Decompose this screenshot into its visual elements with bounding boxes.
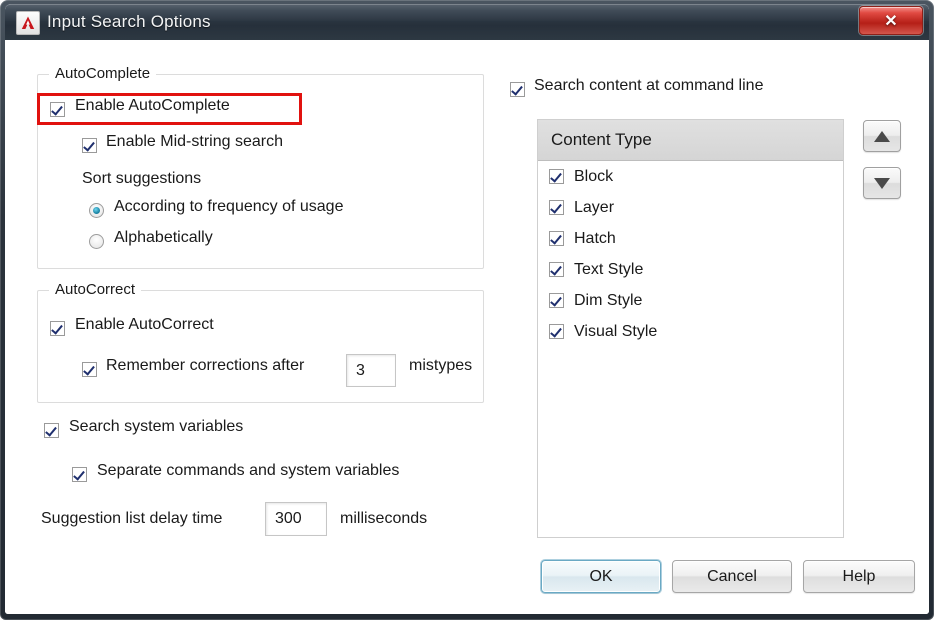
dialog-body: AutoComplete Enable AutoComplete Enable … bbox=[5, 40, 929, 614]
separate-commands-label[interactable]: Separate commands and system variables bbox=[97, 462, 399, 480]
mistypes-unit-label: mistypes bbox=[409, 357, 473, 374]
enable-autocorrect-label[interactable]: Enable AutoCorrect bbox=[75, 316, 214, 334]
move-up-button[interactable] bbox=[863, 120, 901, 152]
content-type-row[interactable]: Layer bbox=[538, 192, 843, 223]
content-type-checkbox[interactable] bbox=[549, 262, 564, 277]
content-type-row[interactable]: Hatch bbox=[538, 223, 843, 254]
enable-autocomplete-checkbox[interactable] bbox=[50, 102, 65, 117]
sort-frequency-radio[interactable] bbox=[89, 203, 104, 218]
remember-corrections-label[interactable]: Remember corrections after bbox=[106, 357, 304, 375]
content-type-label: Hatch bbox=[574, 229, 616, 247]
search-system-variables-checkbox[interactable] bbox=[44, 423, 59, 438]
suggestion-delay-input[interactable]: 300 bbox=[265, 502, 327, 536]
suggestion-delay-unit-label: milliseconds bbox=[340, 510, 428, 527]
ok-button[interactable]: OK bbox=[541, 560, 661, 593]
content-type-label: Block bbox=[574, 167, 614, 185]
separate-commands-checkbox[interactable] bbox=[72, 467, 87, 482]
cancel-button[interactable]: Cancel bbox=[672, 560, 792, 593]
content-type-label: Text Style bbox=[574, 260, 644, 278]
content-type-checkbox[interactable] bbox=[549, 169, 564, 184]
triangle-up-icon bbox=[874, 130, 890, 142]
triangle-down-icon bbox=[874, 177, 890, 189]
move-down-button[interactable] bbox=[863, 167, 901, 199]
search-system-variables-label[interactable]: Search system variables bbox=[69, 418, 243, 436]
content-type-label: Layer bbox=[574, 198, 615, 216]
content-type-label: Visual Style bbox=[574, 322, 658, 340]
content-type-header: Content Type bbox=[538, 120, 843, 161]
help-button[interactable]: Help bbox=[803, 560, 915, 593]
dialog-window: Input Search Options ✕ AutoComplete Enab… bbox=[0, 0, 934, 620]
autocad-a-icon bbox=[16, 11, 40, 35]
search-content-command-line-label[interactable]: Search content at command line bbox=[534, 77, 763, 95]
enable-autocorrect-checkbox[interactable] bbox=[50, 321, 65, 336]
content-type-checkbox[interactable] bbox=[549, 324, 564, 339]
content-type-checkbox[interactable] bbox=[549, 293, 564, 308]
suggestion-delay-label: Suggestion list delay time bbox=[41, 510, 223, 527]
search-content-command-line-checkbox[interactable] bbox=[510, 82, 525, 97]
close-icon[interactable]: ✕ bbox=[859, 6, 923, 35]
content-type-row[interactable]: Dim Style bbox=[538, 285, 843, 316]
window-title: Input Search Options bbox=[47, 12, 211, 31]
remember-corrections-checkbox[interactable] bbox=[82, 362, 97, 377]
content-type-label: Dim Style bbox=[574, 291, 643, 309]
autocorrect-groupbox: AutoCorrect bbox=[37, 281, 484, 403]
title-bar[interactable]: Input Search Options ✕ bbox=[5, 4, 929, 40]
content-type-listbox[interactable]: Content Type Block Layer Hatch Text Style Di… bbox=[537, 119, 844, 538]
autocorrect-group-title: AutoCorrect bbox=[49, 281, 142, 298]
content-type-row[interactable]: Text Style bbox=[538, 254, 843, 285]
content-type-row[interactable]: Visual Style bbox=[538, 316, 843, 347]
sort-alphabetically-label[interactable]: Alphabetically bbox=[114, 229, 213, 247]
enable-mid-string-search-label[interactable]: Enable Mid-string search bbox=[106, 133, 283, 151]
mistypes-input[interactable]: 3 bbox=[346, 354, 396, 387]
autocomplete-group-title: AutoComplete bbox=[49, 65, 157, 82]
sort-alphabetically-radio[interactable] bbox=[89, 234, 104, 249]
sort-frequency-label[interactable]: According to frequency of usage bbox=[114, 198, 343, 216]
content-type-rows: Block Layer Hatch Text Style Dim Style Visual… bbox=[538, 161, 843, 347]
sort-suggestions-label: Sort suggestions bbox=[82, 170, 202, 187]
content-type-checkbox[interactable] bbox=[549, 200, 564, 215]
content-type-row[interactable]: Block bbox=[538, 161, 843, 192]
enable-mid-string-search-checkbox[interactable] bbox=[82, 138, 97, 153]
content-type-checkbox[interactable] bbox=[549, 231, 564, 246]
enable-autocomplete-label[interactable]: Enable AutoComplete bbox=[75, 97, 230, 115]
dialog-window-inner: Input Search Options ✕ AutoComplete Enab… bbox=[5, 4, 929, 614]
